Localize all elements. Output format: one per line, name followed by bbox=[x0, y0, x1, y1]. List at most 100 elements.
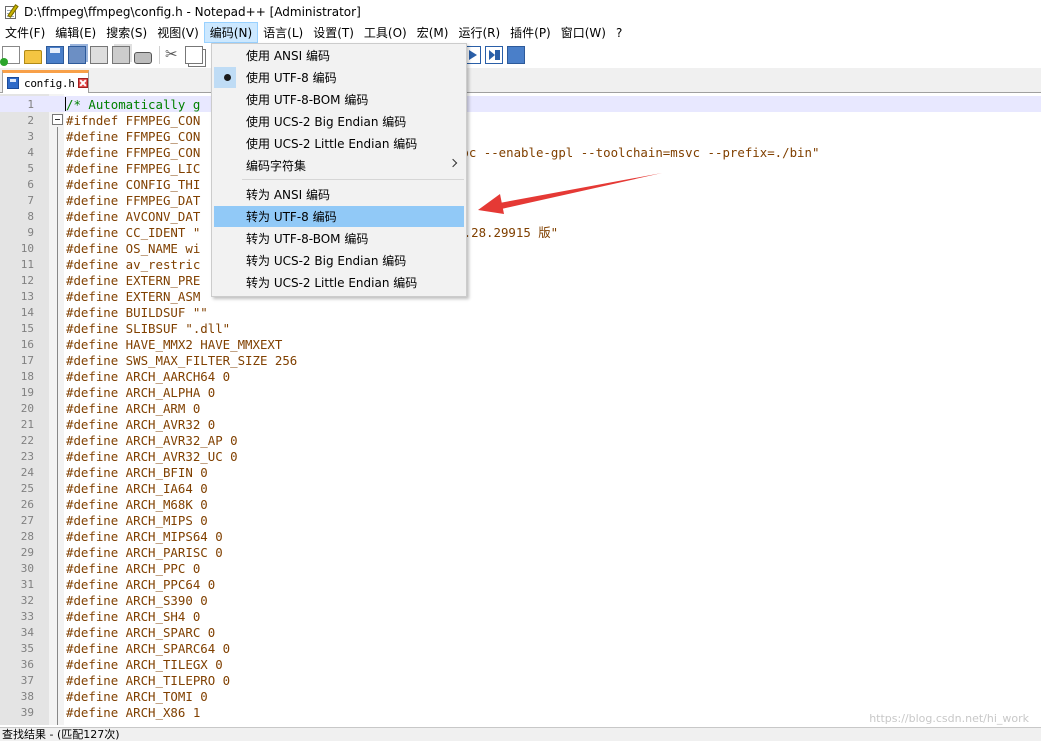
line-number: 39 bbox=[20, 705, 34, 719]
line-number: 8 bbox=[27, 209, 34, 223]
line-text: #define AVCONV_DAT bbox=[66, 208, 201, 224]
menu-language[interactable]: 语言(L) bbox=[258, 22, 308, 43]
menu-window[interactable]: 窗口(W) bbox=[556, 22, 611, 43]
encoding-dropdown-menu: 使用 ANSI 编码使用 UTF-8 编码 使用 UTF-8-BOM 编码使用 U… bbox=[211, 43, 467, 297]
line-number: 21 bbox=[20, 417, 34, 431]
open-file-icon[interactable] bbox=[24, 50, 42, 64]
tab-config-h[interactable]: config.h bbox=[2, 70, 89, 93]
title-bar: D:\ffmpeg\ffmpeg\config.h - Notepad++ [A… bbox=[0, 0, 1041, 23]
menu-file[interactable]: 文件(F) bbox=[0, 22, 50, 43]
save-macro-icon[interactable] bbox=[507, 46, 525, 64]
menu-tools[interactable]: 工具(O) bbox=[359, 22, 412, 43]
menu-separator bbox=[242, 179, 464, 180]
code-line: 38 #define ARCH_TOMI 0 bbox=[0, 688, 1041, 704]
line-number: 20 bbox=[20, 401, 34, 415]
line-text: #define SWS_MAX_FILTER_SIZE 256 bbox=[66, 352, 298, 368]
line-text: #define ARCH_SH4 0 bbox=[66, 608, 201, 624]
line-text: #define CONFIG_THI bbox=[66, 176, 201, 192]
code-line: 26 #define ARCH_M68K 0 bbox=[0, 496, 1041, 512]
line-text: #define ARCH_AVR32 0 bbox=[66, 416, 216, 432]
line-number: 1 bbox=[27, 97, 34, 111]
run-macro-multiple-icon[interactable] bbox=[485, 46, 503, 64]
menu-item-convert-utf8[interactable]: 转为 UTF-8 编码 bbox=[214, 206, 464, 227]
close-all-icon[interactable] bbox=[112, 46, 130, 64]
menu-item-label: 使用 UCS-2 Big Endian 编码 bbox=[246, 115, 407, 129]
code-line: 18 #define ARCH_AARCH64 0 bbox=[0, 368, 1041, 384]
menu-settings[interactable]: 设置(T) bbox=[308, 22, 359, 43]
menu-item-charset[interactable]: 编码字符集 bbox=[214, 155, 464, 176]
line-text: #define HAVE_MMX2 HAVE_MMXEXT bbox=[66, 336, 283, 352]
menu-edit[interactable]: 编辑(E) bbox=[50, 22, 101, 43]
print-icon[interactable] bbox=[134, 52, 152, 64]
code-line: 30 #define ARCH_PPC 0 bbox=[0, 560, 1041, 576]
watermark: https://blog.csdn.net/hi_work bbox=[869, 712, 1029, 725]
line-text: #define ARCH_SPARC 0 bbox=[66, 624, 216, 640]
line-number: 23 bbox=[20, 449, 34, 463]
code-line: 13 #define EXTERN_ASM bbox=[0, 288, 1041, 304]
code-line: 4#define FFMPEG_CON able-postproc --enab… bbox=[0, 144, 1041, 160]
line-text: #define ARCH_ARM 0 bbox=[66, 400, 201, 416]
line-number: 37 bbox=[20, 673, 34, 687]
menu-item-use-ansi[interactable]: 使用 ANSI 编码 bbox=[214, 45, 464, 66]
line-text: #define ARCH_ALPHA 0 bbox=[66, 384, 216, 400]
close-tab-icon[interactable] bbox=[77, 78, 88, 88]
menu-help[interactable]: ? bbox=[611, 22, 627, 43]
menu-item-convert-ansi[interactable]: 转为 ANSI 编码 bbox=[214, 184, 464, 205]
tab-label: config.h bbox=[24, 76, 75, 90]
code-line: 14 #define BUILDSUF "" bbox=[0, 304, 1041, 320]
menu-plugins[interactable]: 插件(P) bbox=[505, 22, 556, 43]
menu-macro[interactable]: 宏(M) bbox=[412, 22, 454, 43]
menu-item-label: 使用 UCS-2 Little Endian 编码 bbox=[246, 137, 418, 151]
line-number: 38 bbox=[20, 689, 34, 703]
menu-bar: 文件(F) 编辑(E) 搜索(S) 视图(V) 编码(N) 语言(L) 设置(T) 工具(O)… bbox=[0, 22, 1041, 43]
line-number: 2 bbox=[27, 113, 34, 127]
line-text: #define ARCH_PARISC 0 bbox=[66, 544, 223, 560]
menu-item-convert-ucs2-be[interactable]: 转为 UCS-2 Big Endian 编码 bbox=[214, 250, 464, 271]
code-line: 36 #define ARCH_TILEGX 0 bbox=[0, 656, 1041, 672]
cut-icon[interactable] bbox=[163, 45, 181, 64]
menu-item-label: 使用 ANSI 编码 bbox=[246, 49, 330, 63]
file-saved-icon bbox=[7, 77, 19, 89]
menu-item-convert-utf8-bom[interactable]: 转为 UTF-8-BOM 编码 bbox=[214, 228, 464, 249]
line-number: 3 bbox=[27, 129, 34, 143]
line-text: #define ARCH_AARCH64 0 bbox=[66, 368, 231, 384]
menu-item-label: 转为 UTF-8-BOM 编码 bbox=[246, 232, 369, 246]
menu-item-convert-ucs2-le[interactable]: 转为 UCS-2 Little Endian 编码 bbox=[214, 272, 464, 293]
line-number: 5 bbox=[27, 161, 34, 175]
menu-item-label: 转为 UCS-2 Big Endian 编码 bbox=[246, 254, 407, 268]
code-line: 22 #define ARCH_AVR32_AP 0 bbox=[0, 432, 1041, 448]
line-text: #define ARCH_MIPS64 0 bbox=[66, 528, 223, 544]
new-file-icon[interactable] bbox=[0, 46, 20, 66]
line-text: #define FFMPEG_CON bbox=[66, 128, 201, 144]
line-number: 13 bbox=[20, 289, 34, 303]
save-icon[interactable] bbox=[46, 46, 64, 64]
menu-run[interactable]: 运行(R) bbox=[453, 22, 505, 43]
copy-icon[interactable] bbox=[185, 46, 203, 64]
line-text: #define FFMPEG_DAT bbox=[66, 192, 201, 208]
menu-encoding[interactable]: 编码(N) bbox=[203, 22, 259, 43]
menu-item-use-utf8[interactable]: 使用 UTF-8 编码 bbox=[214, 67, 464, 88]
menu-item-label: 转为 UCS-2 Little Endian 编码 bbox=[246, 276, 418, 290]
menu-item-use-utf8-bom[interactable]: 使用 UTF-8-BOM 编码 bbox=[214, 89, 464, 110]
menu-item-use-ucs2-be[interactable]: 使用 UCS-2 Big Endian 编码 bbox=[214, 111, 464, 132]
save-all-icon[interactable] bbox=[68, 46, 86, 64]
line-number: 32 bbox=[20, 593, 34, 607]
line-number: 7 bbox=[27, 193, 34, 207]
menu-search[interactable]: 搜索(S) bbox=[101, 22, 152, 43]
close-icon[interactable] bbox=[90, 46, 108, 64]
text-caret bbox=[65, 97, 66, 111]
line-text: #define EXTERN_PRE bbox=[66, 272, 201, 288]
status-bar: 查找结果 - (匹配127次) bbox=[0, 727, 1041, 741]
line-number: 16 bbox=[20, 337, 34, 351]
menu-view[interactable]: 视图(V) bbox=[152, 22, 204, 43]
line-number: 10 bbox=[20, 241, 34, 255]
line-number: 28 bbox=[20, 529, 34, 543]
menu-item-use-ucs2-le[interactable]: 使用 UCS-2 Little Endian 编码 bbox=[214, 133, 464, 154]
line-number: 6 bbox=[27, 177, 34, 191]
code-line: 15 #define SLIBSUF ".dll" bbox=[0, 320, 1041, 336]
line-number: 30 bbox=[20, 561, 34, 575]
toolbar bbox=[0, 43, 1041, 67]
submenu-arrow-icon bbox=[448, 158, 458, 168]
line-text: #define ARCH_MIPS 0 bbox=[66, 512, 208, 528]
code-line: 2 #ifndef FFMPEG_CON bbox=[0, 112, 1041, 128]
